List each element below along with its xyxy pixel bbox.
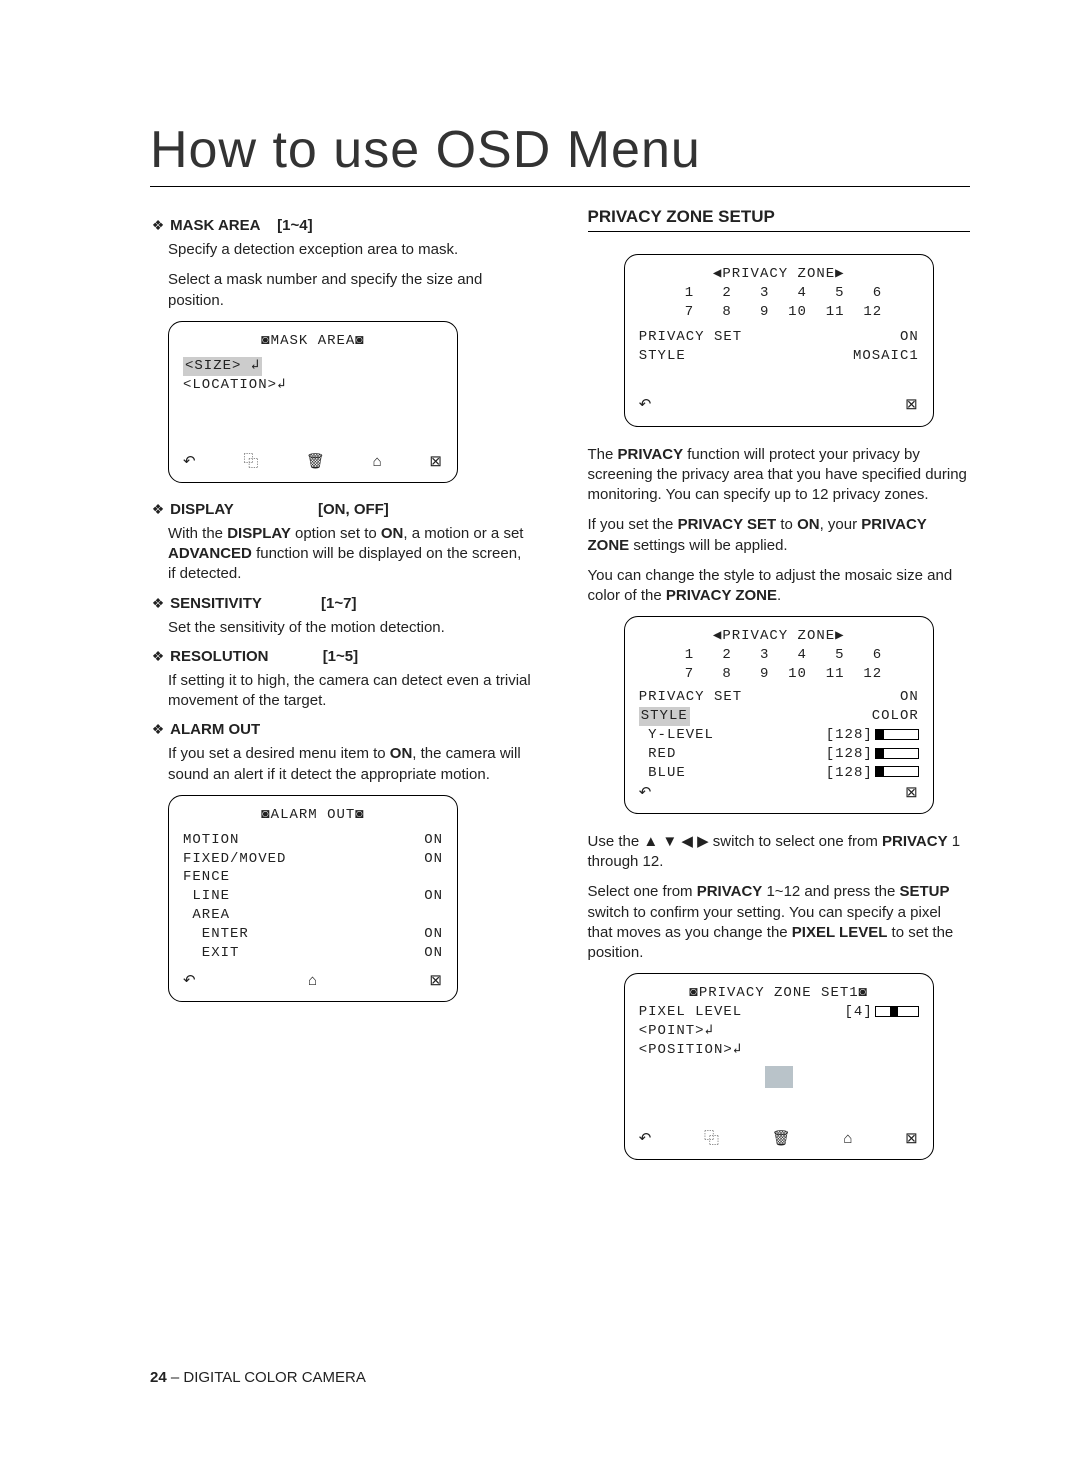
osd-row: FENCE <box>183 868 443 887</box>
osd-title: ◀PRIVACY ZONE▶ <box>639 627 919 646</box>
home-icon: ⌂ <box>373 452 383 472</box>
display-desc: With the DISPLAY option set to ON, a mot… <box>168 524 533 585</box>
zone-numbers-row1: 1 2 3 4 5 6 <box>639 284 919 303</box>
mask-area-range: [1~4] <box>277 217 312 234</box>
copy-icon: ⿻ <box>704 1129 720 1149</box>
privacy-zone-osd-1: ◀PRIVACY ZONE▶ 1 2 3 4 5 6 7 8 9 10 11 1… <box>624 254 934 427</box>
osd-row: PRIVACY SETON <box>639 328 919 347</box>
osd-title: ◙ALARM OUT◙ <box>183 806 443 825</box>
mask-area-desc-1: Specify a detection exception area to ma… <box>168 240 533 260</box>
back-icon: ↶ <box>183 452 197 472</box>
alarm-out-osd: ◙ALARM OUT◙ MOTIONON FIXED/MOVEDON FENCE… <box>168 795 458 1002</box>
osd-row: <POSITION>↲ <box>639 1041 919 1060</box>
page-number: 24 <box>150 1369 167 1386</box>
osd-row: FIXED/MOVEDON <box>183 850 443 869</box>
osd-nav-row: ↶ ⿻ 🗑 ⌂ ⊠ <box>639 1129 919 1149</box>
bullet-icon: ❖ <box>150 217 166 234</box>
close-icon: ⊠ <box>905 395 919 415</box>
osd-row: ENTERON <box>183 925 443 944</box>
close-icon: ⊠ <box>905 1129 919 1149</box>
osd-title: ◀PRIVACY ZONE▶ <box>639 265 919 284</box>
osd-row: EXITON <box>183 944 443 963</box>
privacy-desc-3: You can change the style to adjust the m… <box>588 566 971 607</box>
sensitivity-heading: ❖ SENSITIVITY [1~7] <box>150 595 533 612</box>
copy-icon: ⿻ <box>243 452 259 472</box>
page-title: How to use OSD Menu <box>150 120 970 187</box>
sensitivity-desc: Set the sensitivity of the motion detect… <box>168 618 533 638</box>
privacy-desc-1: The PRIVACY function will protect your p… <box>588 445 971 506</box>
zone-numbers-row2: 7 8 9 10 11 12 <box>639 303 919 322</box>
resolution-heading: ❖ RESOLUTION [1~5] <box>150 648 533 665</box>
osd-row: MOTIONON <box>183 831 443 850</box>
privacy-desc-5: Select one from PRIVACY 1~12 and press t… <box>588 882 971 963</box>
osd-row: STYLECOLOR <box>639 707 919 726</box>
back-icon: ↶ <box>639 1129 653 1149</box>
privacy-zone-osd-2: ◀PRIVACY ZONE▶ 1 2 3 4 5 6 7 8 9 10 11 1… <box>624 616 934 813</box>
resolution-range: [1~5] <box>323 648 358 665</box>
page-footer: 24 – DIGITAL COLOR CAMERA <box>150 1369 366 1386</box>
left-column: ❖ MASK AREA [1~4] Specify a detection ex… <box>150 207 533 1178</box>
delete-icon: 🗑 <box>306 452 326 472</box>
privacy-zone-section-title: PRIVACY ZONE SETUP <box>588 207 971 232</box>
bullet-icon: ❖ <box>150 595 166 612</box>
home-icon: ⌂ <box>308 971 318 991</box>
bullet-icon: ❖ <box>150 501 166 518</box>
slider-icon <box>875 729 919 740</box>
right-column: PRIVACY ZONE SETUP ◀PRIVACY ZONE▶ 1 2 3 … <box>588 207 971 1178</box>
slider-icon <box>875 766 919 777</box>
osd-row: STYLEMOSAIC1 <box>639 347 919 366</box>
back-icon: ↶ <box>183 971 197 991</box>
sensitivity-title: SENSITIVITY <box>170 595 262 612</box>
two-column-layout: ❖ MASK AREA [1~4] Specify a detection ex… <box>150 207 970 1178</box>
resolution-title: RESOLUTION <box>170 648 268 665</box>
mask-area-desc-2: Select a mask number and specify the siz… <box>168 270 533 311</box>
preview-box <box>765 1066 793 1088</box>
bullet-icon: ❖ <box>150 721 166 738</box>
osd-row: PRIVACY SETON <box>639 688 919 707</box>
slider-icon <box>875 1006 919 1017</box>
osd-nav-row: ↶ ⊠ <box>639 395 919 415</box>
osd-row: <POINT>↲ <box>639 1022 919 1041</box>
back-icon: ↶ <box>639 395 653 415</box>
back-icon: ↶ <box>639 783 653 803</box>
osd-row: LINEON <box>183 887 443 906</box>
osd-nav-row: ↶ ⿻ 🗑 ⌂ ⊠ <box>183 452 443 472</box>
footer-label: – DIGITAL COLOR CAMERA <box>167 1369 366 1386</box>
bullet-icon: ❖ <box>150 648 166 665</box>
manual-page: How to use OSD Menu ❖ MASK AREA [1~4] Sp… <box>0 0 1080 1476</box>
osd-title: ◙MASK AREA◙ <box>183 332 443 351</box>
display-title: DISPLAY <box>170 501 234 518</box>
close-icon: ⊠ <box>905 783 919 803</box>
mask-area-heading: ❖ MASK AREA [1~4] <box>150 217 533 234</box>
display-range: [ON, OFF] <box>318 501 389 518</box>
display-heading: ❖ DISPLAY [ON, OFF] <box>150 501 533 518</box>
home-icon: ⌂ <box>843 1129 853 1149</box>
close-icon: ⊠ <box>429 452 443 472</box>
osd-row: Y-LEVEL[128] <box>639 726 919 745</box>
osd-nav-row: ↶ ⊠ <box>639 783 919 803</box>
zone-numbers-row1: 1 2 3 4 5 6 <box>639 646 919 665</box>
osd-row: RED[128] <box>639 745 919 764</box>
slider-icon <box>875 748 919 759</box>
osd-row: BLUE[128] <box>639 764 919 783</box>
sensitivity-range: [1~7] <box>321 595 356 612</box>
privacy-desc-4: Use the ▲ ▼ ◀ ▶ switch to select one fro… <box>588 832 971 873</box>
mask-area-osd: ◙MASK AREA◙ <SIZE> ↲ <LOCATION>↲ ↶ ⿻ 🗑 ⌂… <box>168 321 458 483</box>
zone-numbers-row2: 7 8 9 10 11 12 <box>639 665 919 684</box>
osd-row: AREA <box>183 906 443 925</box>
mask-area-title: MASK AREA <box>170 217 260 234</box>
resolution-desc: If setting it to high, the camera can de… <box>168 671 533 712</box>
alarm-out-heading: ❖ ALARM OUT <box>150 721 533 738</box>
osd-row: PIXEL LEVEL[4] <box>639 1003 919 1022</box>
privacy-desc-2: If you set the PRIVACY SET to ON, your P… <box>588 515 971 556</box>
delete-icon: 🗑 <box>772 1129 792 1149</box>
osd-line-location: <LOCATION>↲ <box>183 376 443 395</box>
osd-line-size: <SIZE> ↲ <box>183 357 443 376</box>
close-icon: ⊠ <box>429 971 443 991</box>
alarm-out-desc: If you set a desired menu item to ON, th… <box>168 744 533 785</box>
alarm-out-title: ALARM OUT <box>170 721 260 738</box>
osd-nav-row: ↶ ⌂ ⊠ <box>183 971 443 991</box>
privacy-zone-set1-osd: ◙PRIVACY ZONE SET1◙ PIXEL LEVEL[4] <POIN… <box>624 973 934 1160</box>
osd-title: ◙PRIVACY ZONE SET1◙ <box>639 984 919 1003</box>
